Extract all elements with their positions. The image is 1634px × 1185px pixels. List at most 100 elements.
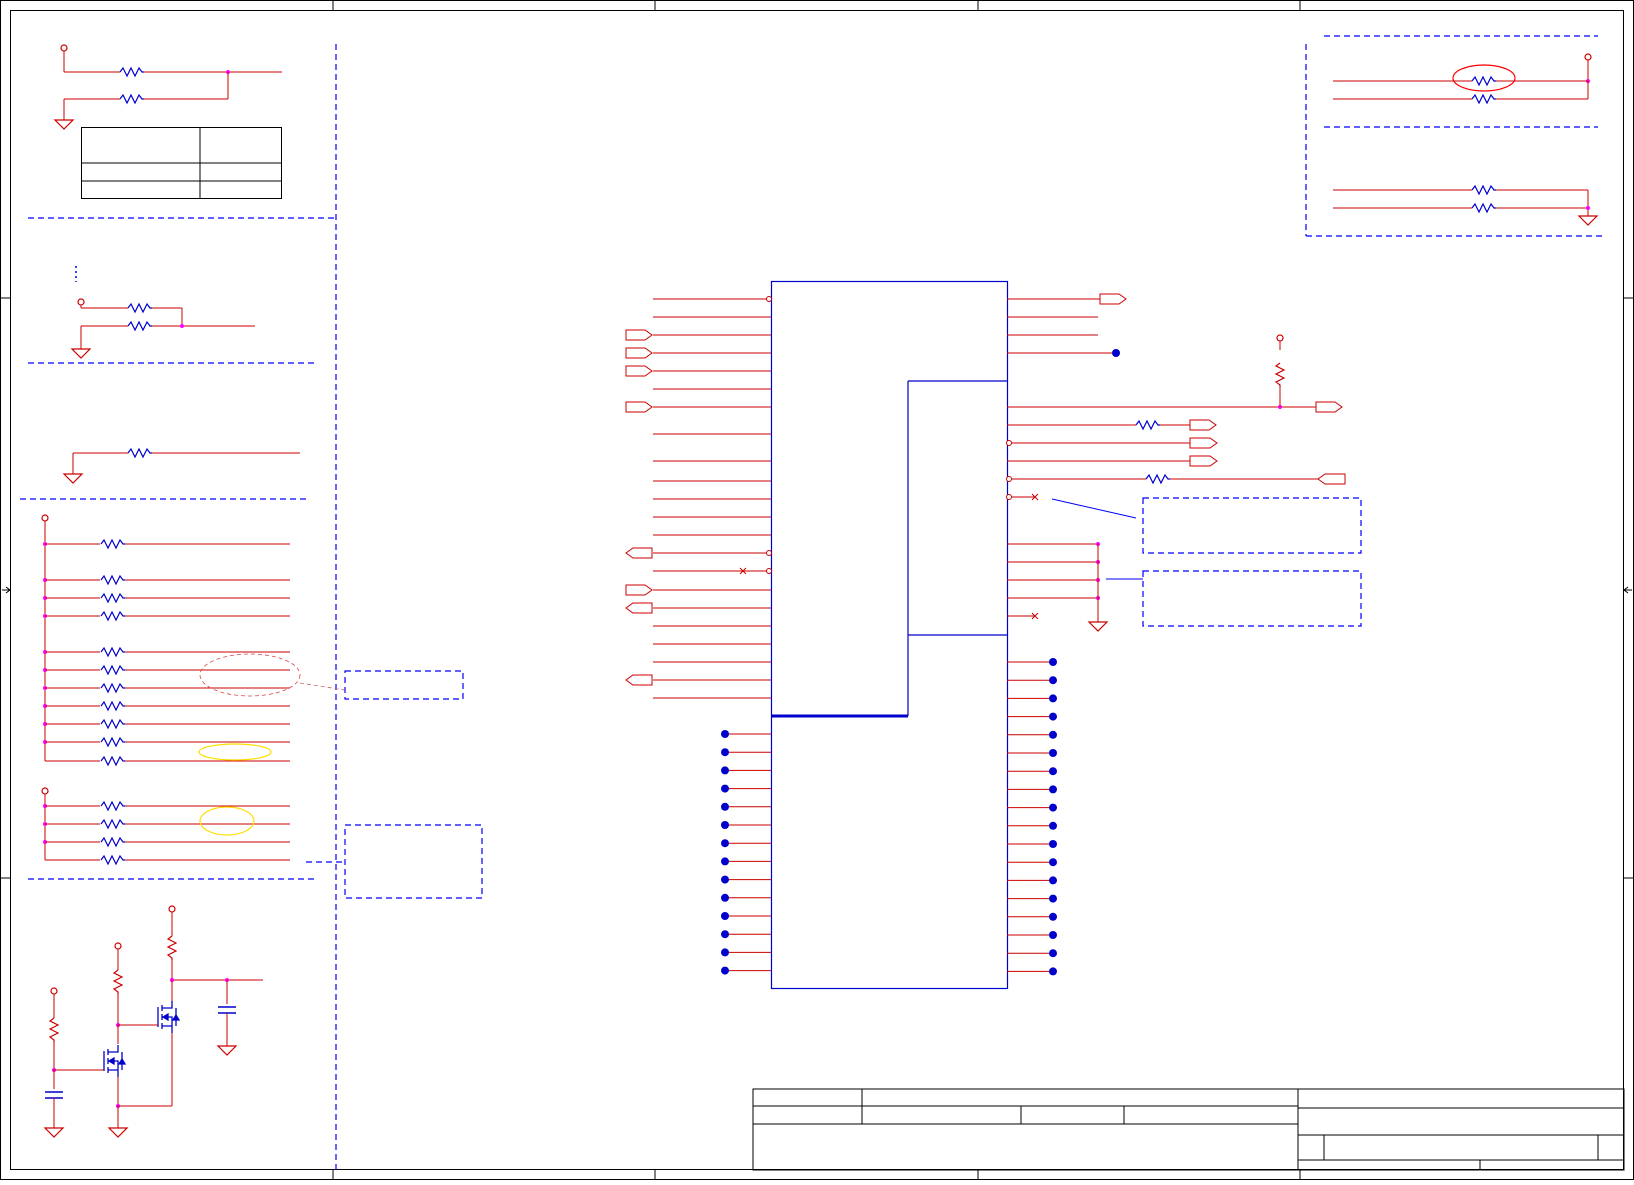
power-rail-icon	[1584, 53, 1592, 61]
off-page-connector-icon	[1189, 437, 1218, 449]
resistor-icon	[119, 66, 144, 78]
resistor-icon	[1145, 473, 1170, 485]
note-box	[344, 670, 464, 700]
resistor-icon	[119, 93, 144, 105]
test-point-icon	[721, 802, 729, 811]
off-page-connector-icon	[625, 401, 653, 413]
test-point-icon	[721, 730, 729, 738]
resistor-icon	[100, 538, 125, 550]
resistor-icon	[100, 736, 125, 748]
test-point-icon	[1049, 767, 1057, 776]
resistor-icon	[100, 574, 125, 586]
resistor-icon	[1471, 184, 1496, 196]
note-box	[344, 824, 483, 899]
resistor-icon	[100, 592, 125, 604]
pin-circle	[766, 550, 772, 556]
power-rail-icon	[114, 942, 122, 950]
power-rail-icon	[168, 905, 176, 913]
note-box	[1142, 497, 1362, 554]
resistor-icon	[127, 302, 152, 314]
test-point-icon	[1049, 676, 1057, 685]
resistor-icon	[100, 800, 125, 812]
power-rail-icon	[50, 987, 58, 995]
ic-section-lines	[771, 380, 1007, 717]
schematic-sheet	[0, 0, 1634, 1180]
off-page-connector-icon	[625, 347, 653, 359]
test-point-icon	[1049, 858, 1057, 867]
callout-line	[1051, 498, 1137, 519]
off-page-connector-icon	[625, 674, 653, 686]
ground-icon	[216, 1045, 238, 1056]
power-rail-icon	[41, 787, 49, 795]
junction-dot	[180, 324, 184, 328]
off-page-connector-icon	[1315, 401, 1343, 413]
test-point-icon	[1049, 803, 1057, 812]
off-page-connector-icon	[1189, 455, 1218, 467]
test-point-icon	[1049, 949, 1057, 958]
test-point-icon	[1049, 912, 1057, 921]
pin-circle	[766, 568, 772, 574]
test-point-icon	[1049, 658, 1057, 666]
junction-dot	[1586, 206, 1590, 210]
resistor-icon	[48, 1017, 60, 1042]
off-page-connector-icon	[1099, 293, 1127, 305]
resistor-icon	[1135, 419, 1160, 431]
callout-line	[299, 682, 346, 691]
test-point-icon	[721, 839, 729, 848]
test-point-icon	[1049, 694, 1057, 703]
test-point-icon	[721, 821, 729, 829]
resistor-icon	[100, 646, 125, 658]
note-box	[1142, 570, 1362, 627]
resistor-icon	[100, 610, 125, 622]
resistor-icon	[127, 447, 152, 459]
test-point-icon	[1049, 931, 1057, 939]
resistor-icon	[112, 969, 124, 994]
test-point-icon	[721, 875, 729, 884]
test-point-icon	[1049, 821, 1057, 830]
pin-circle	[766, 296, 772, 302]
frame-arrow-left	[2, 586, 11, 594]
resistor-icon	[100, 755, 125, 767]
test-point-icon	[1049, 894, 1057, 903]
resistor-icon	[100, 700, 125, 712]
test-point-icon	[721, 766, 729, 775]
off-page-connector-icon	[625, 584, 653, 596]
test-point-icon	[721, 966, 729, 975]
power-rail-icon	[77, 298, 85, 306]
ground-icon	[1577, 215, 1599, 226]
test-point-icon	[1049, 840, 1057, 848]
test-point-icon	[1049, 730, 1057, 739]
test-point-icon	[1112, 349, 1120, 357]
test-point-icon	[721, 912, 729, 920]
resistor-icon	[100, 818, 125, 830]
test-point-icon	[1049, 712, 1057, 721]
resistor-icon	[100, 718, 125, 730]
ground-icon	[107, 1127, 129, 1138]
off-page-connector-icon	[625, 365, 653, 377]
resistor-icon	[1471, 75, 1496, 87]
test-point-icon	[721, 748, 729, 757]
resistor-icon	[100, 854, 125, 866]
test-point-icon	[1049, 749, 1057, 757]
resistor-icon	[127, 320, 152, 332]
test-point-icon	[721, 893, 729, 902]
test-point-icon	[1049, 967, 1057, 976]
schematic-canvas	[0, 0, 1634, 1180]
off-page-connector-icon	[1189, 419, 1217, 431]
test-point-icon	[721, 784, 729, 793]
frame-arrow-right	[1623, 586, 1632, 594]
resistor-icon	[100, 664, 125, 676]
off-page-connector-icon	[625, 547, 653, 559]
test-point-icon	[1049, 785, 1057, 794]
test-point-icon	[721, 857, 729, 866]
ground-icon	[43, 1127, 65, 1138]
sheet-frame	[0, 0, 1634, 1180]
ground-icon	[70, 348, 92, 359]
highlight-ellipse	[198, 743, 272, 761]
mosfet-icon	[157, 1001, 181, 1033]
resistor-icon	[166, 935, 178, 960]
pin-circle	[1006, 476, 1012, 482]
power-rail-icon	[41, 514, 49, 522]
test-point-icon	[721, 948, 729, 957]
resistor-icon	[100, 836, 125, 848]
